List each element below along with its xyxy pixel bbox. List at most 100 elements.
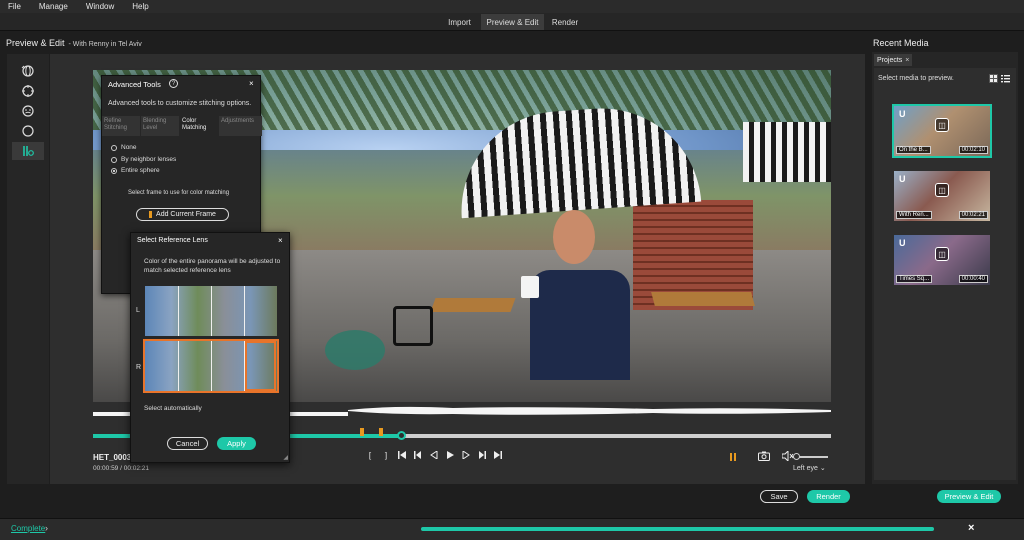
next-frame-button[interactable] (474, 451, 490, 461)
camera-icon (758, 451, 770, 461)
flag-icon (149, 211, 153, 218)
mark-in-button[interactable]: [ (362, 451, 378, 461)
crosshair-icon (22, 85, 34, 97)
chevron-down-icon: ⌄ (819, 465, 826, 472)
select-automatically-option[interactable]: Select automatically (144, 405, 202, 412)
dialog-description: Color of the entire panorama will be adj… (144, 258, 281, 274)
media-name: With Ren... (896, 211, 932, 219)
video-bike-lane (325, 330, 385, 370)
media-duration: 00:02:21 (958, 211, 988, 219)
project-subtitle: - With Renny in Tel Aviv (68, 41, 142, 48)
grid-icon (990, 75, 997, 82)
forward-icon (462, 450, 470, 460)
tab-preview-edit[interactable]: Preview & Edit (481, 14, 544, 30)
clip-time: 00:00:59 / 00:02:21 (93, 465, 150, 472)
add-frame-label: Add Current Frame (156, 211, 216, 218)
recent-media-title: Recent Media (873, 38, 929, 48)
close-icon[interactable]: × (278, 236, 283, 245)
timeline-playhead[interactable] (397, 431, 407, 440)
dialog-description: Advanced tools to customize stitching op… (108, 100, 252, 107)
step-back-icon (414, 451, 421, 459)
mark-out-button[interactable]: ] (378, 451, 394, 461)
tab-adjustments[interactable]: Adjustments (219, 116, 262, 136)
play-button[interactable] (442, 451, 458, 461)
player-extra-controls (730, 449, 794, 463)
volume-knob[interactable] (792, 453, 800, 460)
transport-controls: [ ] (362, 450, 506, 461)
tab-import[interactable]: Import (437, 14, 482, 30)
menu-file[interactable]: File (8, 2, 21, 11)
resize-grip-icon[interactable]: ◢ (283, 454, 288, 461)
advanced-tabs: Refine Stitching Blending Level Color Ma… (102, 116, 262, 136)
radio-neighbor-lenses[interactable]: By neighbor lenses (111, 156, 176, 163)
close-icon[interactable]: × (905, 57, 909, 64)
grid-view-icon[interactable] (989, 74, 998, 83)
thumbnail-caption: On the B... 00:02:10 (896, 146, 988, 154)
tab-blending-level[interactable]: Blending Level (141, 116, 179, 136)
left-eye-lenses[interactable] (145, 286, 277, 336)
lens-divider (178, 286, 179, 336)
tab-refine-stitching[interactable]: Refine Stitching (102, 116, 140, 136)
rewind-button[interactable] (426, 450, 442, 461)
apply-button[interactable]: Apply (217, 437, 256, 450)
tool-sphere-rotate[interactable] (12, 62, 44, 80)
prev-frame-button[interactable] (410, 451, 426, 461)
close-icon[interactable]: × (249, 79, 254, 88)
menu-manage[interactable]: Manage (39, 2, 68, 11)
help-icon[interactable]: ? (169, 79, 178, 88)
save-button[interactable]: Save (760, 490, 798, 503)
menu-bar: File Manage Window Help (0, 0, 1024, 13)
list-icon (1001, 75, 1010, 83)
lens-divider (211, 341, 212, 391)
media-thumbnail[interactable]: U ◫ On the B... 00:02:10 (892, 104, 992, 158)
right-eye-label: R (136, 364, 142, 371)
render-button[interactable]: Render (807, 490, 850, 503)
selected-reference-lens[interactable] (245, 341, 276, 391)
radio-indicator (111, 156, 117, 163)
chevron-right-icon: › (45, 523, 48, 533)
tab-projects[interactable]: Projects × (874, 54, 912, 66)
thumbnail-caption: With Ren... 00:02:21 (896, 211, 988, 219)
video-table-left (430, 298, 516, 312)
view-toggle (989, 74, 1010, 83)
export-progress (421, 527, 934, 531)
select-media-hint: Select media to preview. (878, 75, 954, 82)
media-thumbnail[interactable]: U ◫ Times Sq... 00:00:40 (894, 235, 990, 285)
person-cup (521, 276, 539, 298)
tool-horizon[interactable] (12, 82, 44, 100)
wrench-icon (23, 146, 34, 156)
right-eye-lenses[interactable] (143, 339, 279, 393)
video-awning-right (743, 122, 831, 182)
close-icon[interactable]: × (968, 522, 974, 534)
menu-window[interactable]: Window (86, 2, 114, 11)
marker-flag-icon[interactable] (730, 453, 736, 461)
face-icon (22, 105, 34, 117)
add-current-frame-button[interactable]: Add Current Frame (136, 208, 229, 221)
tab-render[interactable]: Render (544, 14, 586, 30)
list-view-icon[interactable] (1001, 74, 1010, 83)
timeline-marker[interactable] (360, 428, 365, 436)
menu-help[interactable]: Help (132, 2, 148, 11)
stitch-icon: U (899, 109, 906, 119)
thumbnail-caption: Times Sq... 00:00:40 (896, 275, 988, 283)
tool-advanced[interactable] (12, 142, 44, 160)
page-title-text: Preview & Edit (6, 38, 65, 48)
skip-start-button[interactable] (394, 451, 410, 461)
tool-circle[interactable] (12, 122, 44, 140)
skip-end-button[interactable] (490, 451, 506, 461)
radio-entire-sphere[interactable]: Entire sphere (111, 167, 160, 174)
radio-none[interactable]: None (111, 144, 137, 151)
media-name: On the B... (896, 146, 931, 154)
forward-button[interactable] (458, 450, 474, 461)
tab-color-matching[interactable]: Color Matching (180, 116, 218, 136)
timeline-marker[interactable] (378, 428, 383, 436)
preview-edit-button[interactable]: Preview & Edit (937, 490, 1001, 503)
media-thumbnail[interactable]: U ◫ With Ren... 00:02:21 (894, 171, 990, 221)
eye-selector[interactable]: Left eye ⌄ (793, 464, 826, 472)
mode-tabs: Import Preview & Edit Render (0, 13, 1024, 31)
snapshot-button[interactable] (758, 451, 770, 463)
cancel-button[interactable]: Cancel (167, 437, 208, 450)
complete-link[interactable]: Complete (11, 524, 45, 533)
globe-rotate-icon (21, 65, 34, 77)
tool-face[interactable] (12, 102, 44, 120)
